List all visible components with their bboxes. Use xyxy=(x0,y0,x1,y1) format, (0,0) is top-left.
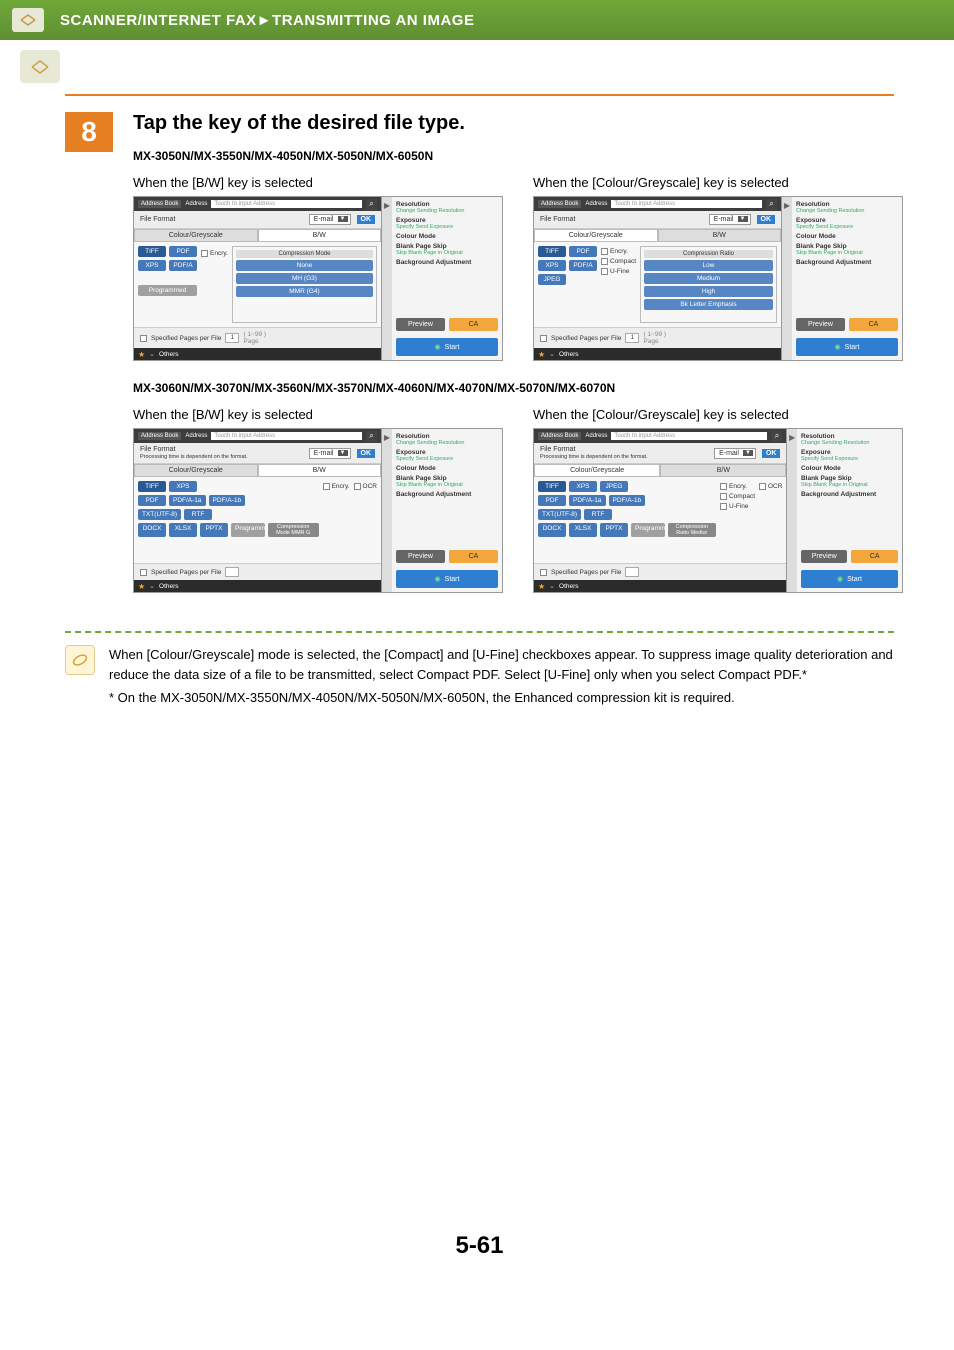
model-line-1: MX-3050N/MX-3550N/MX-4050N/MX-5050N/MX-6… xyxy=(133,149,903,163)
preview-button[interactable]: Preview xyxy=(396,318,445,331)
screenshot-s2-color: Address Book Address Touch to input Addr… xyxy=(533,428,903,593)
filetype-tiff[interactable]: TIFF xyxy=(138,246,166,257)
comp-mh[interactable]: MH (G3) xyxy=(236,273,373,284)
filetype-pdf[interactable]: PDF xyxy=(169,246,197,257)
comp-medium[interactable]: Medium xyxy=(644,273,773,284)
format-dropdown[interactable]: E-mail xyxy=(309,214,351,225)
star-icon[interactable]: ★ xyxy=(138,350,145,359)
search-icon[interactable]: ⌕ xyxy=(766,199,777,210)
filetype-jpeg[interactable]: JPEG xyxy=(538,274,566,285)
address-book-tab[interactable]: Address Book xyxy=(138,200,181,208)
step-title: Tap the key of the desired file type. xyxy=(133,112,903,135)
caption-s2-color: When the [Colour/Greyscale] key is selec… xyxy=(533,407,903,422)
corner-scanner-icon xyxy=(20,50,60,83)
divider-orange xyxy=(65,94,894,96)
chevron-down-icon[interactable]: ⌄ xyxy=(149,350,155,358)
expand-arrow-icon[interactable]: ▶ xyxy=(382,197,392,360)
screenshot-s2-bw: Address Book Address Touch to input Addr… xyxy=(133,428,503,593)
ca-button[interactable]: CA xyxy=(449,318,498,331)
start-button[interactable]: Start xyxy=(396,338,498,356)
compact-checkbox[interactable]: Compact xyxy=(601,258,636,265)
pages-input[interactable]: 1 xyxy=(225,333,239,343)
screenshot-s1-color: Address Book Address Touch to input Addr… xyxy=(533,196,903,361)
programmed-button: Programmed xyxy=(138,285,197,296)
filetype-pdfa[interactable]: PDF/A xyxy=(169,260,197,271)
caption-s1-color: When the [Colour/Greyscale] key is selec… xyxy=(533,175,903,190)
breadcrumb: SCANNER/INTERNET FAX►TRANSMITTING AN IMA… xyxy=(60,12,474,29)
note-block: When [Colour/Greyscale] mode is selected… xyxy=(65,645,894,712)
model-line-2: MX-3060N/MX-3070N/MX-3560N/MX-3570N/MX-4… xyxy=(133,381,903,395)
filetype-xps[interactable]: XPS xyxy=(138,260,166,271)
header-bar: SCANNER/INTERNET FAX►TRANSMITTING AN IMA… xyxy=(0,0,954,40)
screens-row-1: When the [B/W] key is selected Address B… xyxy=(133,175,903,361)
note-footnote: * On the MX-3050N/MX-3550N/MX-4050N/MX-5… xyxy=(109,688,894,708)
screens-row-2: When the [B/W] key is selected Address B… xyxy=(133,407,903,593)
address-input[interactable]: Touch to input Address xyxy=(211,200,362,208)
comp-high[interactable]: High xyxy=(644,286,773,297)
tab-bw[interactable]: B/W xyxy=(258,229,382,242)
encry-checkbox[interactable]: Encry. xyxy=(201,250,228,257)
page-number: 5-61 xyxy=(65,1232,894,1290)
page: 8 Tap the key of the desired file type. … xyxy=(0,40,954,1290)
others-button[interactable]: Others xyxy=(159,351,179,358)
note-body: When [Colour/Greyscale] mode is selected… xyxy=(109,645,894,684)
note-icon xyxy=(65,645,95,675)
screenshot-s1-bw: Address Book Address Touch to input Addr… xyxy=(133,196,503,361)
comp-bkletter[interactable]: Bk Letter Emphasis xyxy=(644,299,773,310)
caption-s1-bw: When the [B/W] key is selected xyxy=(133,175,503,190)
search-icon[interactable]: ⌕ xyxy=(366,199,377,210)
caption-s2-bw: When the [B/W] key is selected xyxy=(133,407,503,422)
scanner-icon xyxy=(12,8,44,32)
comp-low[interactable]: Low xyxy=(644,260,773,271)
comp-none[interactable]: None xyxy=(236,260,373,271)
ok-button[interactable]: OK xyxy=(357,215,376,224)
step-number: 8 xyxy=(65,112,113,152)
step-row: 8 Tap the key of the desired file type. … xyxy=(65,112,894,613)
tab-colour[interactable]: Colour/Greyscale xyxy=(134,229,258,242)
note-divider xyxy=(65,631,894,633)
ocr-checkbox[interactable]: OCR xyxy=(354,483,377,490)
comp-mmr[interactable]: MMR (G4) xyxy=(236,286,373,297)
ufine-checkbox[interactable]: U-Fine xyxy=(601,268,636,275)
